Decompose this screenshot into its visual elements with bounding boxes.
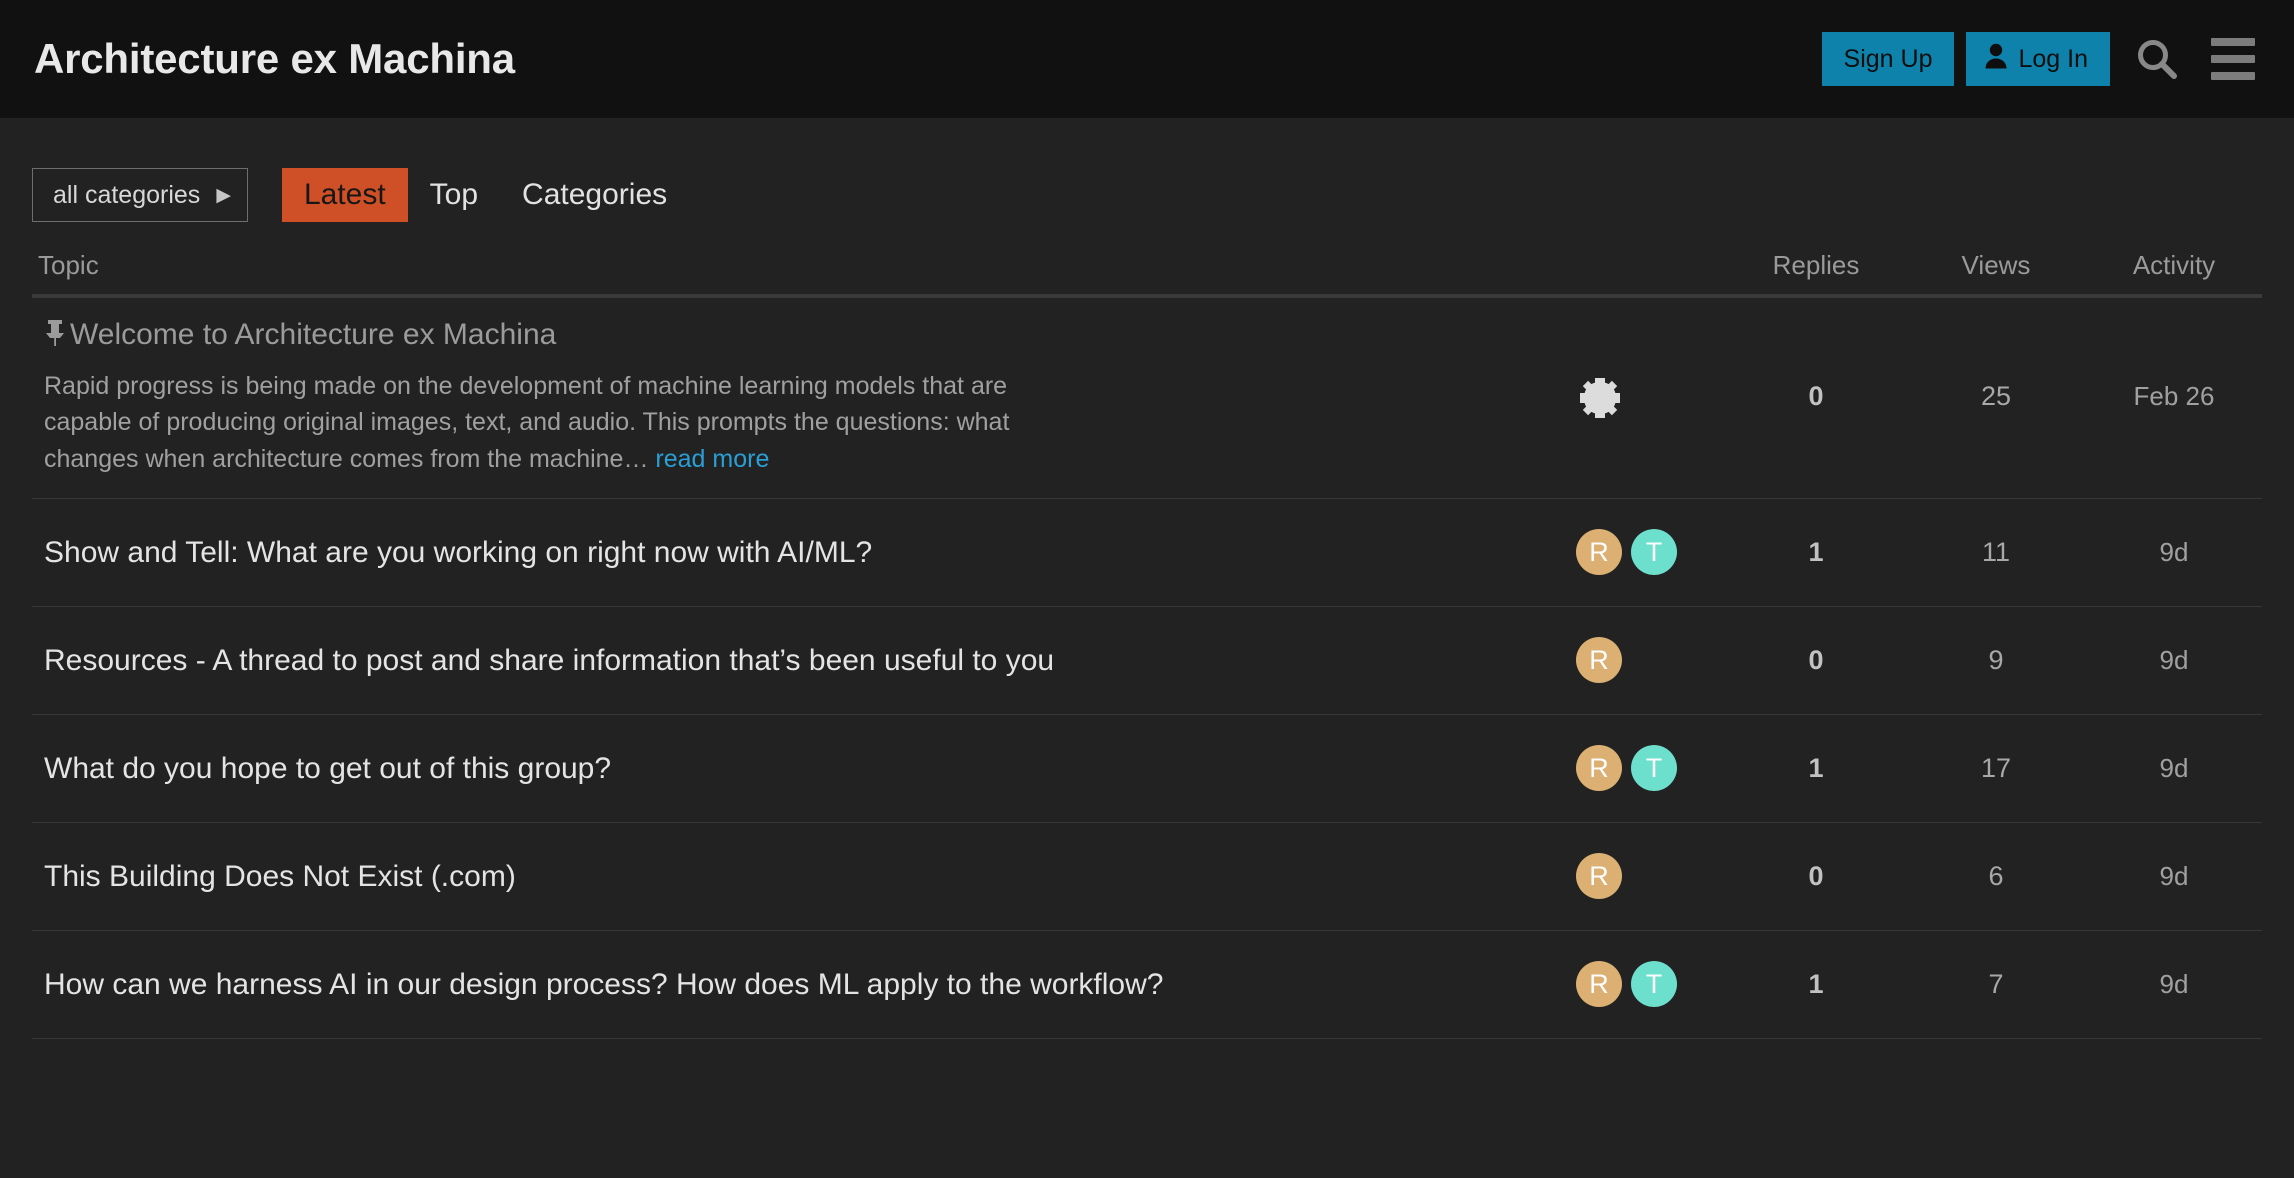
replies-count: 0: [1808, 860, 1824, 891]
activity-time[interactable]: Feb 26: [2086, 381, 2262, 412]
views-count: 17: [1980, 752, 2012, 783]
burger-bar: [2211, 55, 2255, 63]
search-icon[interactable]: [2128, 30, 2186, 88]
topic-excerpt: Rapid progress is being made on the deve…: [38, 368, 1038, 478]
poster-avatars: R: [1576, 637, 1726, 684]
burger-bar: [2211, 38, 2255, 46]
replies-count: 1: [1808, 752, 1824, 783]
log-in-label: Log In: [2018, 44, 2088, 73]
avatar[interactable]: R: [1576, 637, 1622, 684]
category-selector-label: all categories: [53, 180, 201, 209]
topic-title-link[interactable]: This Building Does Not Exist (.com): [38, 858, 1576, 896]
topic-list-table: Topic Replies Views Activity Welcome to …: [0, 236, 2294, 1039]
pin-icon: [44, 319, 66, 351]
topic-title-link[interactable]: Show and Tell: What are you working on r…: [38, 534, 1576, 572]
topic-title-text: What do you hope to get out of this grou…: [44, 751, 612, 785]
chevron-right-icon: ▶: [216, 184, 231, 206]
table-body: Welcome to Architecture ex Machina Rapid …: [32, 298, 2262, 1039]
views-count: 9: [1988, 644, 2004, 675]
replies-count: 1: [1808, 536, 1824, 567]
activity-time[interactable]: 9d: [2086, 969, 2262, 1000]
avatar[interactable]: T: [1631, 745, 1677, 792]
poster-avatars: [1576, 373, 1726, 421]
column-header-activity[interactable]: Activity: [2086, 250, 2262, 281]
posters-cell: [1576, 373, 1726, 421]
replies-count: 0: [1808, 644, 1824, 675]
tab-latest[interactable]: Latest: [281, 168, 408, 222]
topic-cell: Show and Tell: What are you working on r…: [32, 534, 1576, 572]
avatar[interactable]: R: [1576, 529, 1622, 576]
column-header-topic[interactable]: Topic: [32, 250, 1576, 281]
topic-title-link[interactable]: Welcome to Architecture ex Machina: [38, 316, 1576, 354]
poster-avatars: R: [1576, 853, 1726, 900]
activity-time[interactable]: 9d: [2086, 645, 2262, 676]
activity-time[interactable]: 9d: [2086, 861, 2262, 892]
topic-cell: Resources - A thread to post and share i…: [32, 642, 1576, 680]
posters-cell: RT: [1576, 961, 1726, 1008]
topic-excerpt-text: Rapid progress is being made on the deve…: [44, 371, 1010, 474]
table-row[interactable]: What do you hope to get out of this grou…: [32, 715, 2262, 823]
poster-avatars: RT: [1576, 961, 1726, 1008]
topic-title-text: How can we harness AI in our design proc…: [44, 967, 1164, 1001]
posters-cell: RT: [1576, 529, 1726, 576]
avatar[interactable]: R: [1576, 745, 1622, 792]
read-more-link[interactable]: read more: [655, 445, 769, 473]
avatar[interactable]: T: [1631, 529, 1677, 576]
posters-cell: R: [1576, 853, 1726, 900]
sign-up-button[interactable]: Sign Up: [1821, 32, 1955, 86]
views-count: 7: [1988, 968, 2004, 999]
header-actions: Sign Up Log In: [1821, 30, 2262, 88]
log-in-button[interactable]: Log In: [1966, 32, 2110, 86]
tab-categories[interactable]: Categories: [500, 168, 689, 222]
avatar[interactable]: T: [1631, 961, 1677, 1008]
topic-title-text: Welcome to Architecture ex Machina: [70, 318, 557, 351]
table-row[interactable]: Resources - A thread to post and share i…: [32, 607, 2262, 715]
posters-cell: RT: [1576, 745, 1726, 792]
topic-title-link[interactable]: What do you hope to get out of this grou…: [38, 750, 1576, 788]
views-count: 6: [1988, 860, 2004, 891]
topic-title-link[interactable]: Resources - A thread to post and share i…: [38, 642, 1576, 680]
views-count: 11: [1981, 536, 2011, 567]
gear-icon[interactable]: [1576, 373, 1624, 421]
activity-time[interactable]: 9d: [2086, 753, 2262, 784]
topic-nav-bar: all categories ▶ Latest Top Categories: [0, 154, 2294, 236]
topic-title-text: Resources - A thread to post and share i…: [44, 643, 1055, 677]
avatar[interactable]: R: [1576, 853, 1622, 900]
hamburger-menu-icon[interactable]: [2204, 30, 2262, 88]
poster-avatars: RT: [1576, 529, 1726, 576]
table-row[interactable]: This Building Does Not Exist (.com) R 0 6 9d: [32, 823, 2262, 931]
topic-title-text: Show and Tell: What are you working on r…: [44, 535, 873, 569]
topic-title-link[interactable]: How can we harness AI in our design proc…: [38, 966, 1576, 1004]
site-title[interactable]: Architecture ex Machina: [34, 35, 515, 83]
table-row[interactable]: How can we harness AI in our design proc…: [32, 931, 2262, 1039]
activity-time[interactable]: 9d: [2086, 537, 2262, 568]
topic-cell: Welcome to Architecture ex Machina Rapid …: [32, 316, 1576, 478]
topic-title-text: This Building Does Not Exist (.com): [44, 859, 516, 893]
column-header-replies[interactable]: Replies: [1726, 250, 1906, 281]
topic-cell: This Building Does Not Exist (.com): [32, 858, 1576, 896]
poster-avatars: RT: [1576, 745, 1726, 792]
sign-up-label: Sign Up: [1843, 44, 1933, 73]
avatar[interactable]: R: [1576, 961, 1622, 1008]
person-icon: [1984, 42, 2008, 76]
burger-bar: [2211, 72, 2255, 80]
tab-top[interactable]: Top: [408, 168, 500, 222]
posters-cell: R: [1576, 637, 1726, 684]
views-count: 25: [1980, 381, 2012, 412]
table-row[interactable]: Welcome to Architecture ex Machina Rapid …: [32, 298, 2262, 499]
table-row[interactable]: Show and Tell: What are you working on r…: [32, 499, 2262, 607]
column-header-views[interactable]: Views: [1906, 250, 2086, 281]
topic-cell: What do you hope to get out of this grou…: [32, 750, 1576, 788]
site-header: Architecture ex Machina Sign Up Log In: [0, 0, 2294, 118]
table-header-row: Topic Replies Views Activity: [32, 236, 2262, 298]
replies-count: 1: [1808, 968, 1824, 999]
category-selector[interactable]: all categories ▶: [32, 168, 248, 222]
replies-count: 0: [1808, 381, 1824, 412]
topic-cell: How can we harness AI in our design proc…: [32, 966, 1576, 1004]
